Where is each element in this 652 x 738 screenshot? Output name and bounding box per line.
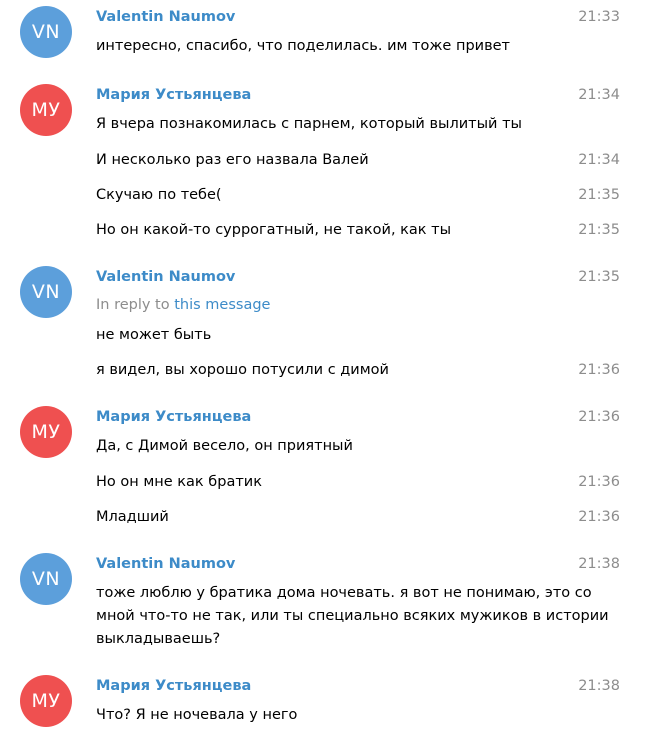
message-text: Но он мне как братик bbox=[96, 474, 262, 490]
message-text: я видел, вы хорошо потусили с димой bbox=[96, 362, 389, 378]
message-text: Да, с Димой весело, он приятный bbox=[96, 438, 353, 454]
sender-name[interactable]: Мария Устьянцева bbox=[96, 87, 251, 103]
message-time: 21:35 bbox=[578, 269, 620, 285]
message-text: Но он какой-то суррогатный, не такой, ка… bbox=[96, 222, 452, 238]
avatar-valentin-naumov[interactable]: VN bbox=[20, 553, 72, 605]
message-time: 21:36 bbox=[578, 474, 620, 490]
reply-reference: In reply to this message bbox=[96, 297, 270, 313]
sender-name[interactable]: Valentin Naumov bbox=[96, 556, 235, 572]
message-time: 21:35 bbox=[578, 187, 620, 203]
sender-name[interactable]: Valentin Naumov bbox=[96, 269, 235, 285]
sender-name[interactable]: Мария Устьянцева bbox=[96, 409, 251, 425]
avatar-maria-ustyantseva[interactable]: МУ bbox=[20, 406, 72, 458]
message-time: 21:33 bbox=[578, 9, 620, 25]
message-text: тоже люблю у братика дома ночевать. я во… bbox=[96, 585, 609, 647]
message-text: не может быть bbox=[96, 327, 212, 343]
message-time: 21:36 bbox=[578, 509, 620, 525]
message-text: интересно, спасибо, что поделилась. им т… bbox=[96, 38, 510, 54]
message-time: 21:38 bbox=[578, 678, 620, 694]
message-text: Что? Я не ночевала у него bbox=[96, 707, 298, 723]
message-time: 21:36 bbox=[578, 362, 620, 378]
message-time: 21:36 bbox=[578, 409, 620, 425]
message-time: 21:34 bbox=[578, 152, 620, 168]
message-text: Я вчера познакомилась с парнем, который … bbox=[96, 116, 522, 132]
message-time: 21:38 bbox=[578, 556, 620, 572]
message-time: 21:35 bbox=[578, 222, 620, 238]
message-text: Скучаю по тебе( bbox=[96, 187, 222, 203]
avatar-maria-ustyantseva[interactable]: МУ bbox=[20, 675, 72, 727]
sender-name[interactable]: Valentin Naumov bbox=[96, 9, 235, 25]
reply-prefix: In reply to bbox=[96, 297, 170, 313]
message-time: 21:34 bbox=[578, 87, 620, 103]
avatar-valentin-naumov[interactable]: VN bbox=[20, 6, 72, 58]
reply-link[interactable]: this message bbox=[174, 297, 270, 313]
avatar-valentin-naumov[interactable]: VN bbox=[20, 266, 72, 318]
avatar-maria-ustyantseva[interactable]: МУ bbox=[20, 84, 72, 136]
sender-name[interactable]: Мария Устьянцева bbox=[96, 678, 251, 694]
message-text: И несколько раз его назвала Валей bbox=[96, 152, 369, 168]
message-text: Младший bbox=[96, 509, 169, 525]
